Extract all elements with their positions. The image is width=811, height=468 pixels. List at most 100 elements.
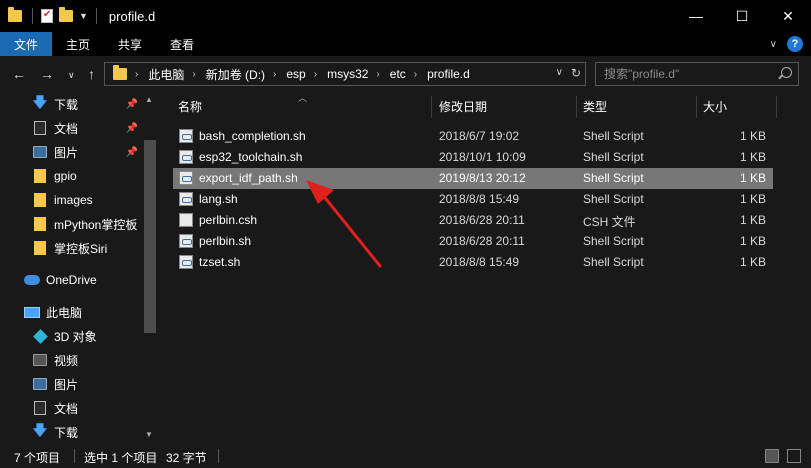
breadcrumb-drive-d[interactable]: 新加卷 (D:) bbox=[206, 66, 265, 83]
breadcrumb-this-pc[interactable]: 此电脑 bbox=[148, 66, 184, 83]
properties-icon[interactable] bbox=[41, 9, 53, 23]
file-row[interactable]: bash_completion.sh 2018/6/7 19:02 Shell … bbox=[173, 126, 773, 147]
column-divider[interactable] bbox=[431, 96, 432, 118]
file-name: perlbin.csh bbox=[199, 213, 258, 227]
large-icons-view-icon[interactable] bbox=[787, 449, 801, 463]
breadcrumb-separator-icon[interactable]: › bbox=[135, 69, 138, 80]
file-name: export_idf_path.sh bbox=[199, 171, 298, 185]
close-button[interactable]: ✕ bbox=[765, 0, 811, 32]
file-row[interactable]: tzset.sh 2018/8/8 15:49 Shell Script 1 K… bbox=[173, 252, 773, 273]
sidebar-item-documents-pinned[interactable]: 文档 📌 bbox=[0, 116, 142, 140]
sidebar-item-label: 文档 bbox=[54, 121, 79, 136]
tab-home[interactable]: 主页 bbox=[52, 32, 104, 56]
refresh-icon[interactable]: ↻ bbox=[571, 66, 581, 80]
pin-icon[interactable]: 📌 bbox=[126, 123, 138, 134]
breadcrumb-separator-icon[interactable]: › bbox=[314, 69, 317, 80]
forward-arrow-icon[interactable]: → bbox=[40, 66, 54, 82]
file-row[interactable]: esp32_toolchain.sh 2018/10/1 10:09 Shell… bbox=[173, 147, 773, 168]
sidebar-item-label: 下载 bbox=[54, 425, 79, 440]
breadcrumb-separator-icon[interactable]: › bbox=[376, 69, 379, 80]
column-divider[interactable] bbox=[576, 96, 577, 118]
sidebar-item-this-pc[interactable]: 此电脑 bbox=[0, 300, 142, 324]
sidebar-item-onedrive[interactable]: OneDrive bbox=[0, 268, 142, 292]
document-icon bbox=[32, 400, 48, 416]
minimize-button[interactable]: — bbox=[673, 0, 719, 32]
breadcrumb-separator-icon[interactable]: › bbox=[192, 69, 195, 80]
column-header-date[interactable]: 修改日期 bbox=[439, 92, 487, 120]
file-name: tzset.sh bbox=[199, 255, 241, 269]
breadcrumb-separator-icon[interactable]: › bbox=[414, 69, 417, 80]
sidebar-item-mpython[interactable]: mPython掌控板 bbox=[0, 212, 142, 236]
column-header-name[interactable]: 名称 bbox=[178, 92, 202, 120]
sidebar-item-label: gpio bbox=[54, 169, 77, 183]
sidebar-item-images[interactable]: images bbox=[0, 188, 142, 212]
sidebar-item-pictures-pinned[interactable]: 图片 📌 bbox=[0, 140, 142, 164]
file-type: Shell Script bbox=[583, 150, 644, 164]
new-folder-icon[interactable] bbox=[59, 7, 73, 22]
file-row[interactable]: lang.sh 2018/8/8 15:49 Shell Script 1 KB bbox=[173, 189, 773, 210]
sidebar-item-documents[interactable]: 文档 bbox=[0, 396, 142, 420]
sort-ascending-icon: ︿ bbox=[298, 93, 308, 103]
toolbar-divider bbox=[32, 8, 33, 24]
tab-view[interactable]: 查看 bbox=[156, 32, 208, 56]
folder-icon[interactable] bbox=[8, 7, 22, 22]
file-size: 1 KB bbox=[740, 150, 767, 164]
file-date: 2018/6/28 20:11 bbox=[439, 234, 525, 248]
sidebar-item-label: OneDrive bbox=[46, 273, 97, 287]
search-input[interactable] bbox=[604, 66, 774, 82]
column-header-size[interactable]: 大小 bbox=[703, 92, 727, 120]
computer-icon bbox=[24, 304, 40, 320]
sidebar-item-pictures[interactable]: 图片 bbox=[0, 372, 142, 396]
breadcrumb-separator-icon[interactable]: › bbox=[273, 69, 276, 80]
breadcrumb-profile-d[interactable]: profile.d bbox=[427, 67, 470, 81]
sidebar-item-label: 下载 bbox=[54, 97, 79, 112]
file-date: 2018/10/1 10:09 bbox=[439, 150, 526, 164]
sidebar-item-downloads[interactable]: 🡇 下载 bbox=[0, 420, 142, 444]
sidebar-item-label: 文档 bbox=[54, 401, 79, 416]
sidebar-item-gpio[interactable]: gpio bbox=[0, 164, 142, 188]
folder-icon bbox=[32, 240, 48, 256]
pin-icon[interactable]: 📌 bbox=[126, 99, 138, 110]
address-bar[interactable]: › 此电脑 › 新加卷 (D:) › esp › msys32 › etc › … bbox=[104, 62, 586, 86]
status-divider bbox=[74, 449, 75, 463]
sidebar-item-videos[interactable]: 视频 bbox=[0, 348, 142, 372]
tab-share[interactable]: 共享 bbox=[104, 32, 156, 56]
scroll-up-icon[interactable]: ▲ bbox=[145, 95, 153, 104]
address-history-chevron-icon[interactable]: ∨ bbox=[556, 67, 563, 78]
selection-size: 32 字节 bbox=[166, 451, 207, 465]
back-arrow-icon[interactable]: ← bbox=[12, 66, 26, 82]
file-row[interactable]: perlbin.sh 2018/6/28 20:11 Shell Script … bbox=[173, 231, 773, 252]
details-view-icon[interactable] bbox=[765, 449, 779, 463]
file-type: Shell Script bbox=[583, 234, 644, 248]
column-header-type[interactable]: 类型 bbox=[583, 92, 607, 120]
recent-locations-chevron-icon[interactable]: ∨ bbox=[68, 70, 75, 81]
breadcrumb-esp[interactable]: esp bbox=[286, 67, 305, 81]
customize-toolbar-chevron-icon[interactable]: ▼ bbox=[79, 11, 88, 21]
folder-icon bbox=[32, 192, 48, 208]
file-row[interactable]: perlbin.csh 2018/6/28 20:11 CSH 文件 1 KB bbox=[173, 210, 773, 231]
breadcrumb-etc[interactable]: etc bbox=[390, 67, 406, 81]
search-box[interactable] bbox=[595, 62, 799, 86]
quick-access-toolbar: ▼ bbox=[0, 7, 99, 24]
sidebar-item-siri[interactable]: 掌控板Siri bbox=[0, 236, 142, 260]
column-divider[interactable] bbox=[776, 96, 777, 118]
expand-ribbon-chevron-icon[interactable]: ∨ bbox=[770, 39, 777, 50]
file-type: Shell Script bbox=[583, 192, 644, 206]
file-name: lang.sh bbox=[199, 192, 238, 206]
search-icon[interactable] bbox=[781, 67, 792, 78]
scroll-down-icon[interactable]: ▼ bbox=[145, 430, 153, 439]
maximize-button[interactable]: ☐ bbox=[719, 0, 765, 32]
sidebar-scrollbar-thumb[interactable] bbox=[144, 140, 156, 333]
column-divider[interactable] bbox=[696, 96, 697, 118]
breadcrumb-msys32[interactable]: msys32 bbox=[327, 67, 368, 81]
up-arrow-icon[interactable]: ↑ bbox=[88, 66, 95, 82]
toolbar-divider bbox=[95, 8, 97, 24]
tab-file[interactable]: 文件 bbox=[0, 32, 53, 56]
sidebar-item-downloads-pinned[interactable]: 🡇 下载 📌 bbox=[0, 92, 142, 116]
sidebar-item-3d-objects[interactable]: 3D 对象 bbox=[0, 324, 142, 348]
file-row-selected[interactable]: export_idf_path.sh 2019/8/13 20:12 Shell… bbox=[173, 168, 773, 189]
pin-icon[interactable]: 📌 bbox=[126, 147, 138, 158]
shell-script-file-icon bbox=[179, 129, 193, 143]
help-icon[interactable]: ? bbox=[787, 36, 803, 52]
folder-icon bbox=[32, 216, 48, 232]
